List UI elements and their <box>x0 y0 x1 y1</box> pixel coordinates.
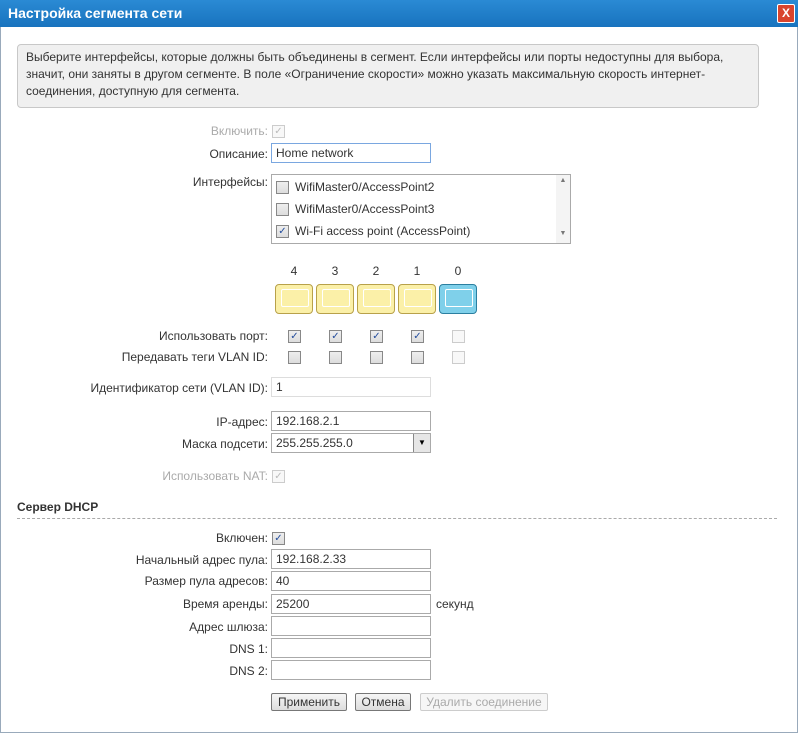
description-label: Описание: <box>209 147 268 161</box>
chevron-down-icon[interactable]: ▼ <box>413 434 430 452</box>
pool-size-label: Размер пула адресов: <box>144 574 268 588</box>
vlan-tag-checkbox[interactable] <box>288 351 301 364</box>
nat-checkbox[interactable]: ✓ <box>272 470 285 483</box>
ethernet-port-icon <box>316 284 354 314</box>
port-number: 1 <box>413 264 421 278</box>
vlan-tag-checkbox[interactable] <box>329 351 342 364</box>
nat-label: Использовать NAT: <box>162 469 268 483</box>
use-port-checkbox[interactable]: ✓ <box>288 330 301 343</box>
ethernet-port-icon <box>275 284 313 314</box>
gateway-label: Адрес шлюза: <box>189 620 268 634</box>
delete-connection-button[interactable]: Удалить соединение <box>420 693 548 711</box>
port-number: 2 <box>372 264 380 278</box>
vlan-id-label: Идентификатор сети (VLAN ID): <box>90 381 269 395</box>
interface-label: WifiMaster0/AccessPoint2 <box>295 180 435 194</box>
interface-item[interactable]: WifiMaster0/AccessPoint3 <box>276 199 434 219</box>
use-port-checkbox[interactable] <box>452 330 465 343</box>
list-scrollbar[interactable]: ▲ ▼ <box>556 175 570 243</box>
lease-input[interactable]: 25200 <box>271 594 431 614</box>
vlan-tag-checkbox[interactable] <box>411 351 424 364</box>
interface-label: WifiMaster0/AccessPoint3 <box>295 202 435 216</box>
interface-item[interactable]: ✓ Wi-Fi access point (AccessPoint) <box>276 221 470 241</box>
port-number: 0 <box>454 264 462 278</box>
mask-label: Маска подсети: <box>181 437 268 451</box>
vlan-tag-checkbox[interactable] <box>370 351 383 364</box>
dns1-input[interactable] <box>271 638 431 658</box>
dns1-label: DNS 1: <box>229 642 268 656</box>
enable-label: Включить: <box>210 124 268 138</box>
description-input[interactable]: Home network <box>271 143 431 163</box>
info-box: Выберите интерфейсы, которые должны быть… <box>17 44 759 108</box>
vlan-tag-checkbox[interactable] <box>452 351 465 364</box>
use-port-checkbox[interactable]: ✓ <box>329 330 342 343</box>
dhcp-heading: Сервер DHCP <box>17 500 99 514</box>
pool-start-label: Начальный адрес пула: <box>135 553 268 567</box>
divider <box>17 518 777 519</box>
interface-checkbox[interactable] <box>276 181 289 195</box>
apply-button[interactable]: Применить <box>271 693 347 711</box>
vlan-id-input[interactable]: 1 <box>271 377 431 397</box>
ethernet-port-icon <box>398 284 436 314</box>
interfaces-label: Интерфейсы: <box>192 175 268 189</box>
port-number: 3 <box>331 264 339 278</box>
dialog-titlebar: Настройка сегмента сети X <box>0 0 798 27</box>
interface-checkbox[interactable] <box>276 203 289 217</box>
port-number: 4 <box>290 264 298 278</box>
interface-checkbox[interactable]: ✓ <box>276 225 289 239</box>
vlan-tags-label: Передавать теги VLAN ID: <box>121 350 268 364</box>
lease-unit: секунд <box>436 597 474 611</box>
interfaces-list[interactable]: WifiMaster0/AccessPoint2 WifiMaster0/Acc… <box>271 174 571 244</box>
dialog-title: Настройка сегмента сети <box>8 5 183 21</box>
mask-value: 255.255.255.0 <box>276 436 353 450</box>
interface-item[interactable]: WifiMaster0/AccessPoint2 <box>276 177 434 197</box>
lease-label: Время аренды: <box>182 597 268 611</box>
ethernet-port-icon <box>439 284 477 314</box>
pool-start-input[interactable]: 192.168.2.33 <box>271 549 431 569</box>
dns2-input[interactable] <box>271 660 431 680</box>
dhcp-enabled-checkbox[interactable]: ✓ <box>272 532 285 545</box>
enable-checkbox[interactable]: ✓ <box>272 125 285 138</box>
ip-label: IP-адрес: <box>216 415 268 429</box>
dns2-label: DNS 2: <box>229 664 268 678</box>
pool-size-input[interactable]: 40 <box>271 571 431 591</box>
ethernet-port-icon <box>357 284 395 314</box>
gateway-input[interactable] <box>271 616 431 636</box>
interface-label: Wi-Fi access point (AccessPoint) <box>295 224 471 238</box>
use-port-label: Использовать порт: <box>159 329 268 343</box>
dhcp-enabled-label: Включен: <box>215 531 268 545</box>
mask-select[interactable]: 255.255.255.0 ▼ <box>271 433 431 453</box>
ip-input[interactable]: 192.168.2.1 <box>271 411 431 431</box>
use-port-checkbox[interactable]: ✓ <box>411 330 424 343</box>
use-port-checkbox[interactable]: ✓ <box>370 330 383 343</box>
close-button[interactable]: X <box>777 4 795 23</box>
cancel-button[interactable]: Отмена <box>355 693 411 711</box>
